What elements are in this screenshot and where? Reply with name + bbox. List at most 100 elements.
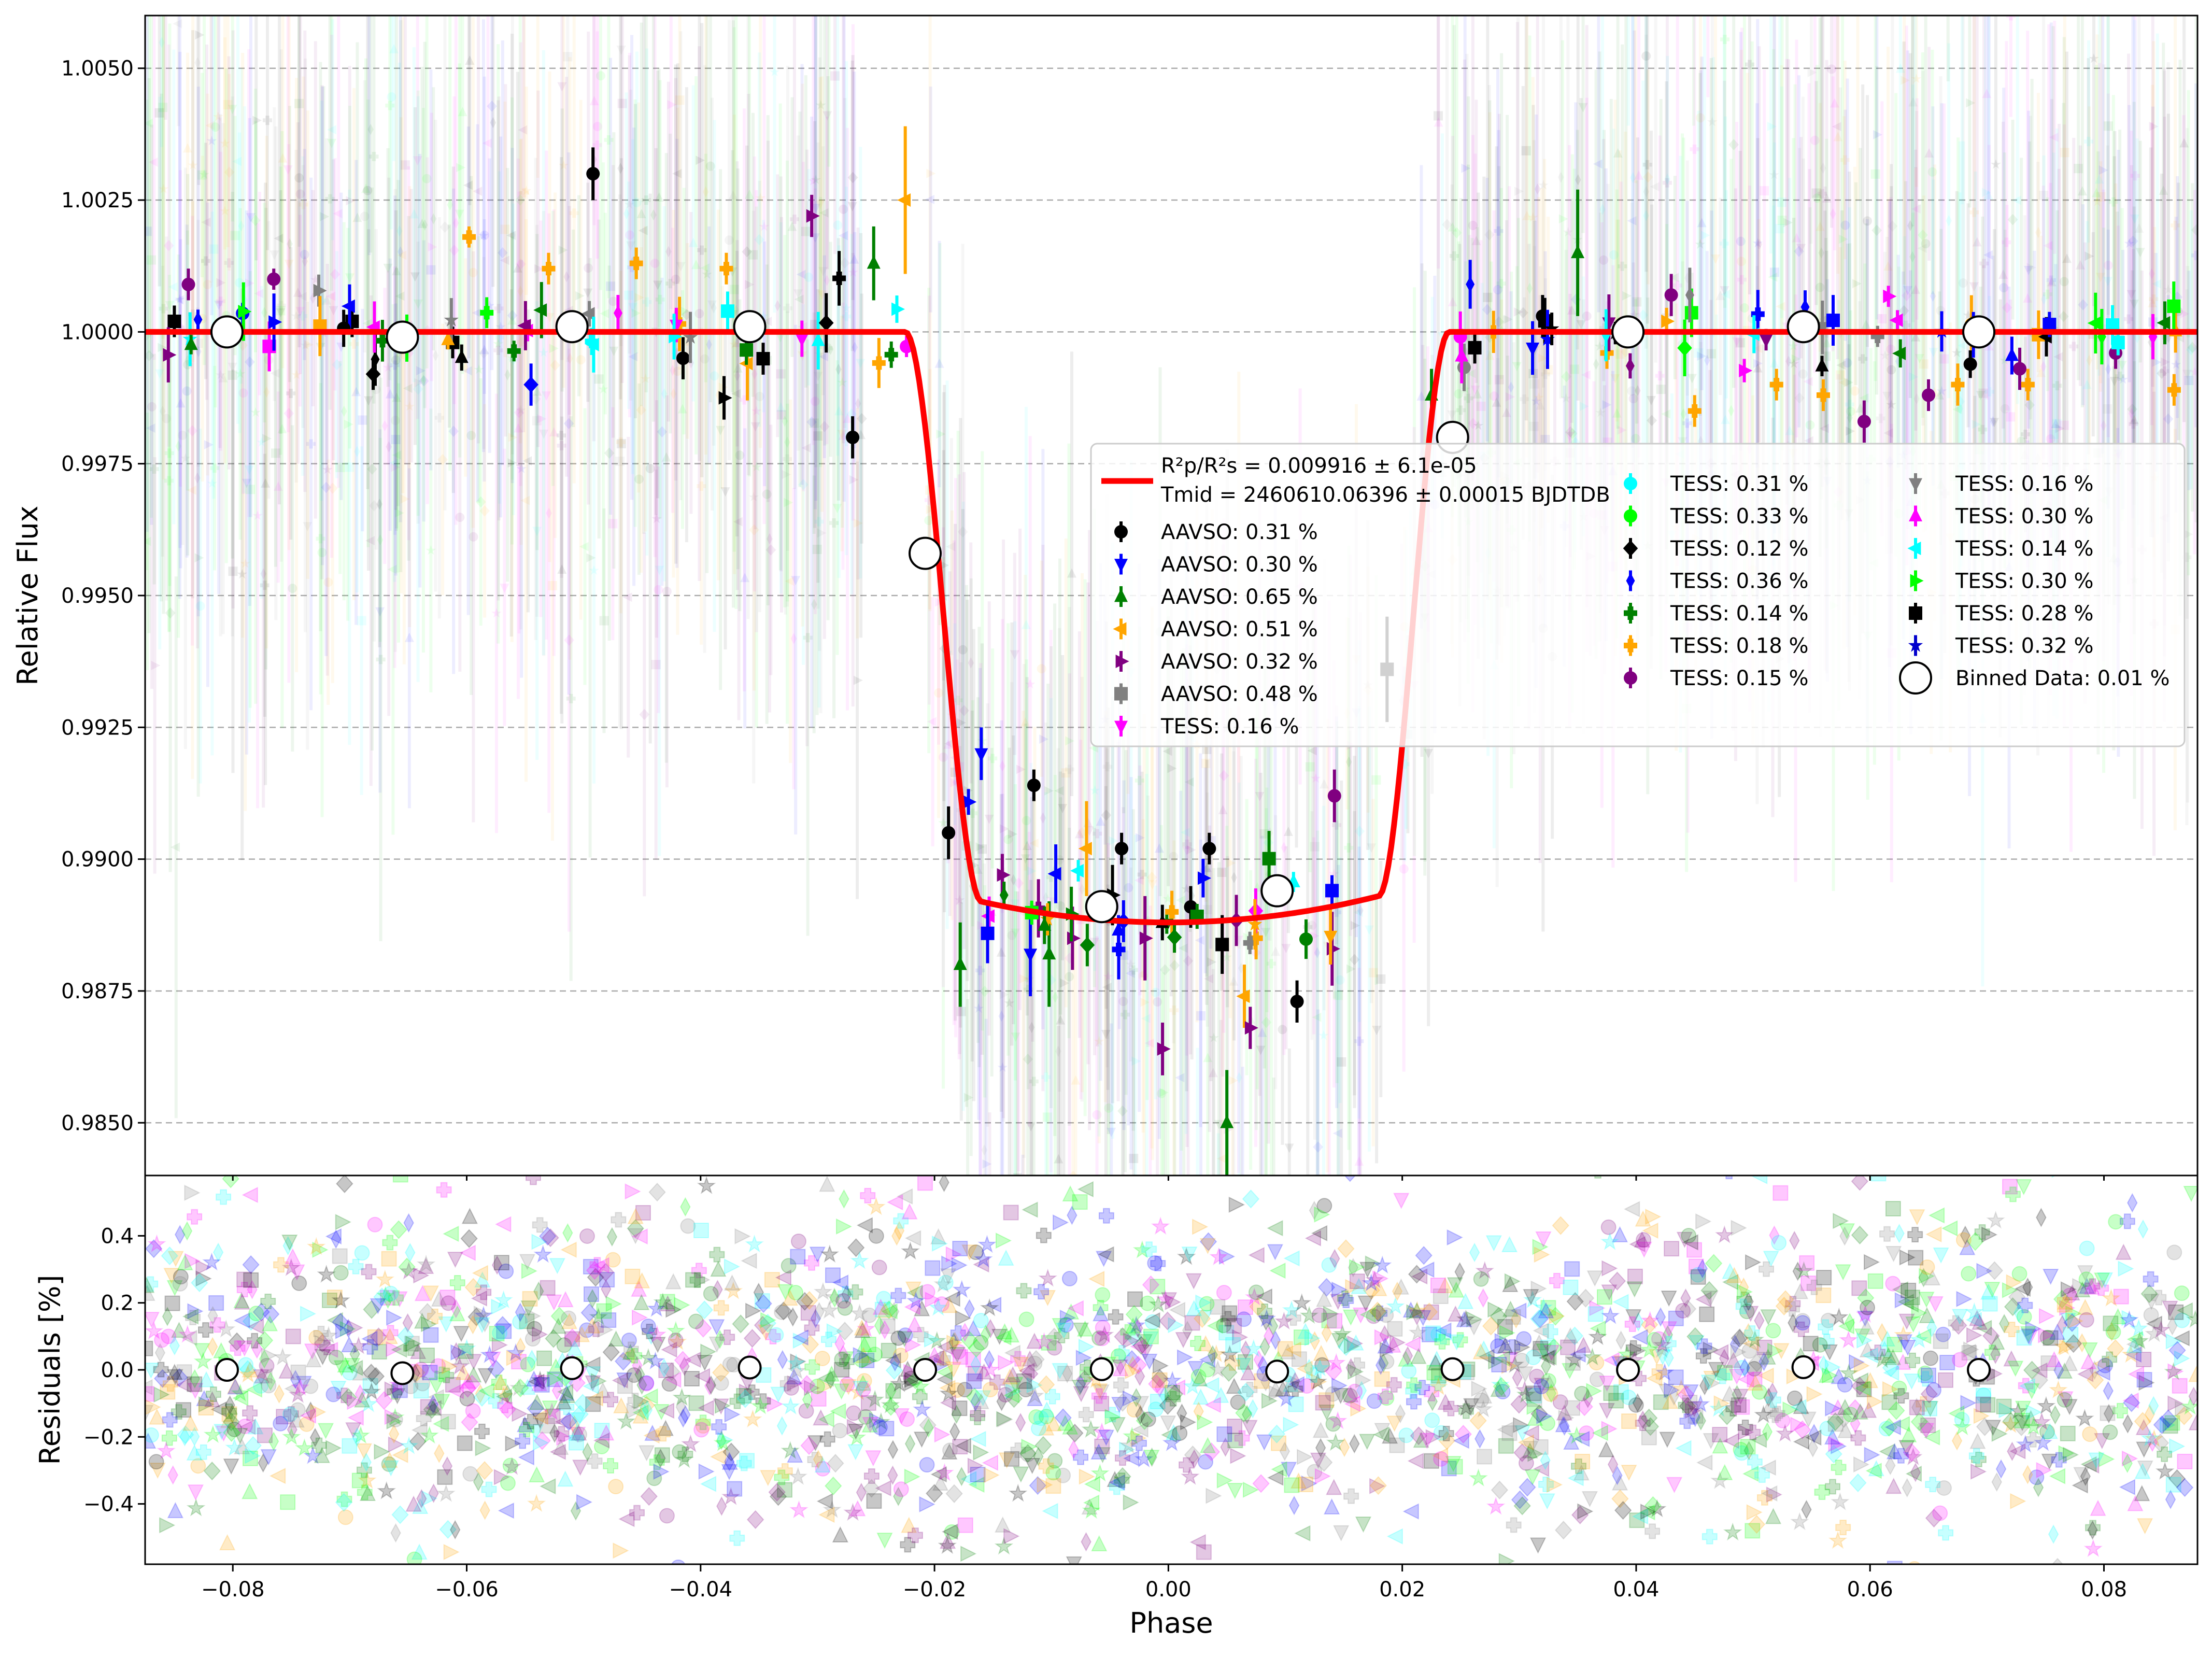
residual-point — [301, 1307, 315, 1321]
residual-point — [494, 1255, 509, 1270]
residual-point — [209, 1296, 223, 1310]
residual-point — [1880, 1227, 1894, 1241]
residual-point — [188, 1500, 204, 1515]
residual-point — [2082, 1343, 2097, 1357]
residual-point — [224, 1459, 238, 1474]
cloud-point — [360, 211, 370, 221]
residual-point — [2138, 1221, 2148, 1238]
light-curve-figure: 0.98500.98750.99000.99250.99500.99751.00… — [0, 0, 2212, 1654]
residual-point — [820, 1432, 835, 1447]
residual-point — [377, 1271, 393, 1286]
residual-point — [1243, 1190, 1259, 1208]
cloud-point — [228, 567, 237, 576]
residual-point — [905, 1435, 915, 1453]
residual-point — [2120, 1480, 2135, 1494]
residual-point — [746, 1236, 762, 1251]
residual-point — [943, 1443, 957, 1457]
cloud-point — [1306, 762, 1315, 772]
residual-point — [946, 1485, 962, 1503]
cloud-point — [376, 655, 386, 664]
cloud-point — [639, 709, 649, 720]
residual-point — [1268, 1221, 1282, 1236]
residual-point — [613, 1543, 628, 1558]
residual-point — [333, 1249, 347, 1264]
residual-point — [608, 1479, 623, 1494]
residual-point — [666, 1274, 680, 1288]
residual-point — [292, 1276, 306, 1291]
residual-point — [2169, 1570, 2185, 1588]
residual-point — [1956, 1292, 1971, 1306]
residual-point — [1283, 1418, 1298, 1432]
data-point — [1115, 842, 1128, 855]
cloud-point — [2103, 404, 2112, 414]
data-point — [1215, 938, 1229, 951]
cloud-point — [1623, 0, 1632, 7]
cloud-point — [1946, 215, 1952, 226]
residual-point — [318, 1424, 333, 1438]
residual-point — [1926, 1227, 1941, 1242]
residual-point — [689, 1314, 703, 1328]
cloud-point — [2060, 148, 2069, 157]
binned-point — [387, 322, 418, 353]
residual-point — [2008, 1361, 2023, 1376]
residual-point — [220, 1535, 235, 1550]
residual-point — [550, 1258, 564, 1273]
residual-point — [1412, 1158, 1427, 1173]
cloud-point — [1582, 311, 1592, 321]
residual-point — [680, 1219, 695, 1234]
residual-point — [1470, 1470, 1486, 1485]
residual-point — [2103, 1425, 2117, 1439]
residual-scatter-cloud — [138, 1088, 2204, 1614]
residual-point — [767, 1131, 783, 1149]
residual-point — [368, 1217, 382, 1232]
residual-point — [1565, 1262, 1579, 1276]
residual-point — [1706, 1255, 1722, 1272]
residual-point — [2167, 1245, 2181, 1259]
residual-point — [2044, 1269, 2058, 1284]
cloud-point — [405, 633, 414, 642]
residual-point — [336, 1175, 352, 1193]
residual-point — [725, 1259, 739, 1274]
residual-point — [537, 1351, 551, 1366]
cloud-point — [1213, 1277, 1222, 1286]
cloud-point — [391, 416, 400, 425]
residual-point — [1479, 1289, 1488, 1307]
residual-point — [971, 1432, 986, 1446]
residual-point — [198, 1400, 213, 1415]
residual-point — [1427, 1365, 1441, 1380]
residual-point — [704, 1286, 718, 1301]
cloud-point — [345, 462, 354, 472]
data-point — [1328, 789, 1341, 803]
residual-point — [1747, 1505, 1762, 1520]
cloud-point — [223, 100, 233, 109]
residual-point — [725, 1407, 740, 1422]
residual-point — [1928, 1297, 1942, 1311]
residual-point — [1627, 1282, 1642, 1296]
cloud-point — [1399, 865, 1409, 874]
residual-point — [839, 1190, 848, 1208]
data-point — [586, 167, 600, 180]
residual-point — [888, 1195, 902, 1210]
cloud-point — [624, 291, 633, 300]
residual-point — [1531, 1538, 1545, 1553]
residual-point — [191, 1458, 205, 1473]
residual-point — [888, 1441, 898, 1458]
residual-point — [848, 1444, 863, 1459]
residual-point — [1832, 1494, 1848, 1509]
residual-point — [580, 1229, 594, 1243]
residual-point — [1667, 1478, 1682, 1492]
residual-point — [499, 1504, 514, 1518]
cloud-point — [1850, 387, 1860, 396]
residual-point — [594, 1572, 609, 1587]
cloud-point — [469, 268, 478, 277]
residual-point — [744, 1329, 760, 1347]
residual-point — [833, 1527, 847, 1542]
residual-point — [1593, 1426, 1608, 1440]
residual-point — [1499, 1554, 1514, 1568]
binned-point — [1788, 311, 1819, 342]
residual-point — [2189, 1367, 2204, 1381]
data-point — [1665, 288, 1678, 302]
data-point — [1299, 932, 1313, 946]
residual-point — [573, 1460, 588, 1475]
residual-point — [501, 1476, 515, 1490]
